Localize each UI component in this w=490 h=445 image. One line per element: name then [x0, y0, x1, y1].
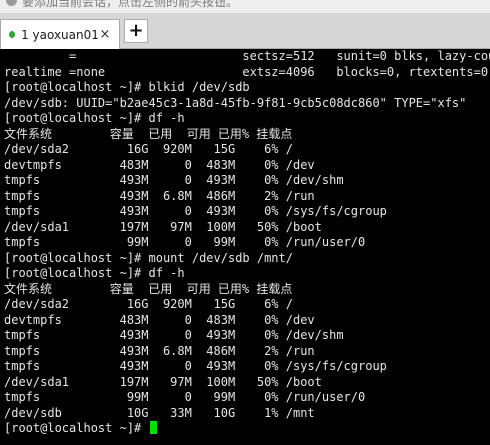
terminal-line: /dev/sda1 197M 97M 100M 50% /boot	[4, 219, 322, 234]
terminal-line: [root@localhost ~]# blkid /dev/sdb	[4, 80, 250, 94]
terminal-line: [root@localhost ~]# mount /dev/sdb /mnt/	[4, 250, 293, 265]
terminal-line: /dev/sdb 10G 33M 10G 1% /mnt	[4, 405, 315, 420]
tab-label: 1 yaoxuan01	[21, 27, 99, 42]
terminal-line: /dev/sda2 16G 920M 15G 6% /	[4, 297, 293, 311]
terminal-line: 文件系统 容量 已用 可用 已用% 挂载点	[4, 126, 293, 141]
terminal-line: tmpfs 493M 6.8M 486M 2% /run	[4, 188, 315, 203]
connected-status-icon	[9, 31, 16, 38]
tab-yaoxuan01[interactable]: 1 yaoxuan01 ×	[0, 19, 120, 49]
terminal-prompt-line[interactable]: [root@localhost ~]#	[0, 421, 490, 437]
terminal-line: [root@localhost ~]# df -h	[4, 266, 185, 280]
terminal-line: tmpfs 493M 0 493M 0% /dev/shm	[4, 173, 344, 187]
terminal-line: tmpfs 493M 0 493M 0% /dev/shm	[4, 328, 344, 342]
terminal-output[interactable]: = sectsz=512 sunit=0 blks, lazy-count=1 …	[0, 49, 490, 445]
terminal-cursor	[149, 421, 157, 434]
terminal-line: /dev/sdb: UUID="b2ae45c3-1a8d-45fb-9f81-…	[4, 95, 467, 110]
terminal-line: tmpfs 493M 0 493M 0% /sys/fs/cgroup	[4, 204, 387, 218]
terminal-line: tmpfs 493M 6.8M 486M 2% /run	[4, 343, 315, 358]
terminal-line: = sectsz=512 sunit=0 blks, lazy-count=1	[4, 49, 490, 63]
terminal-line: /dev/sda1 197M 97M 100M 50% /boot	[4, 374, 322, 389]
info-icon	[6, 0, 17, 6]
terminal-line: tmpfs 99M 0 99M 0% /run/user/0	[4, 235, 366, 249]
close-icon[interactable]: ×	[99, 27, 111, 42]
session-hint-text: 要添加当前会话，点击左侧的箭头按钮。	[22, 0, 239, 9]
shell-prompt: [root@localhost ~]#	[4, 421, 149, 435]
terminal-line: tmpfs 493M 0 493M 0% /sys/fs/cgroup	[4, 359, 387, 373]
terminal-line: devtmpfs 483M 0 483M 0% /dev	[4, 157, 315, 172]
terminal-line: /dev/sda2 16G 920M 15G 6% /	[4, 142, 293, 156]
terminal-line: tmpfs 99M 0 99M 0% /run/user/0	[4, 390, 366, 404]
terminal-line: devtmpfs 483M 0 483M 0% /dev	[4, 312, 315, 327]
add-tab-button[interactable]: +	[124, 19, 148, 43]
terminal-line: [root@localhost ~]# df -h	[4, 111, 185, 125]
tab-bar: 1 yaoxuan01 × +	[0, 13, 490, 49]
session-hint-bar: 要添加当前会话，点击左侧的箭头按钮。	[0, 0, 490, 13]
terminal-line: realtime =none extsz=4096 blocks=0, rtex…	[4, 64, 489, 79]
terminal-line: 文件系统 容量 已用 可用 已用% 挂载点	[4, 281, 293, 296]
